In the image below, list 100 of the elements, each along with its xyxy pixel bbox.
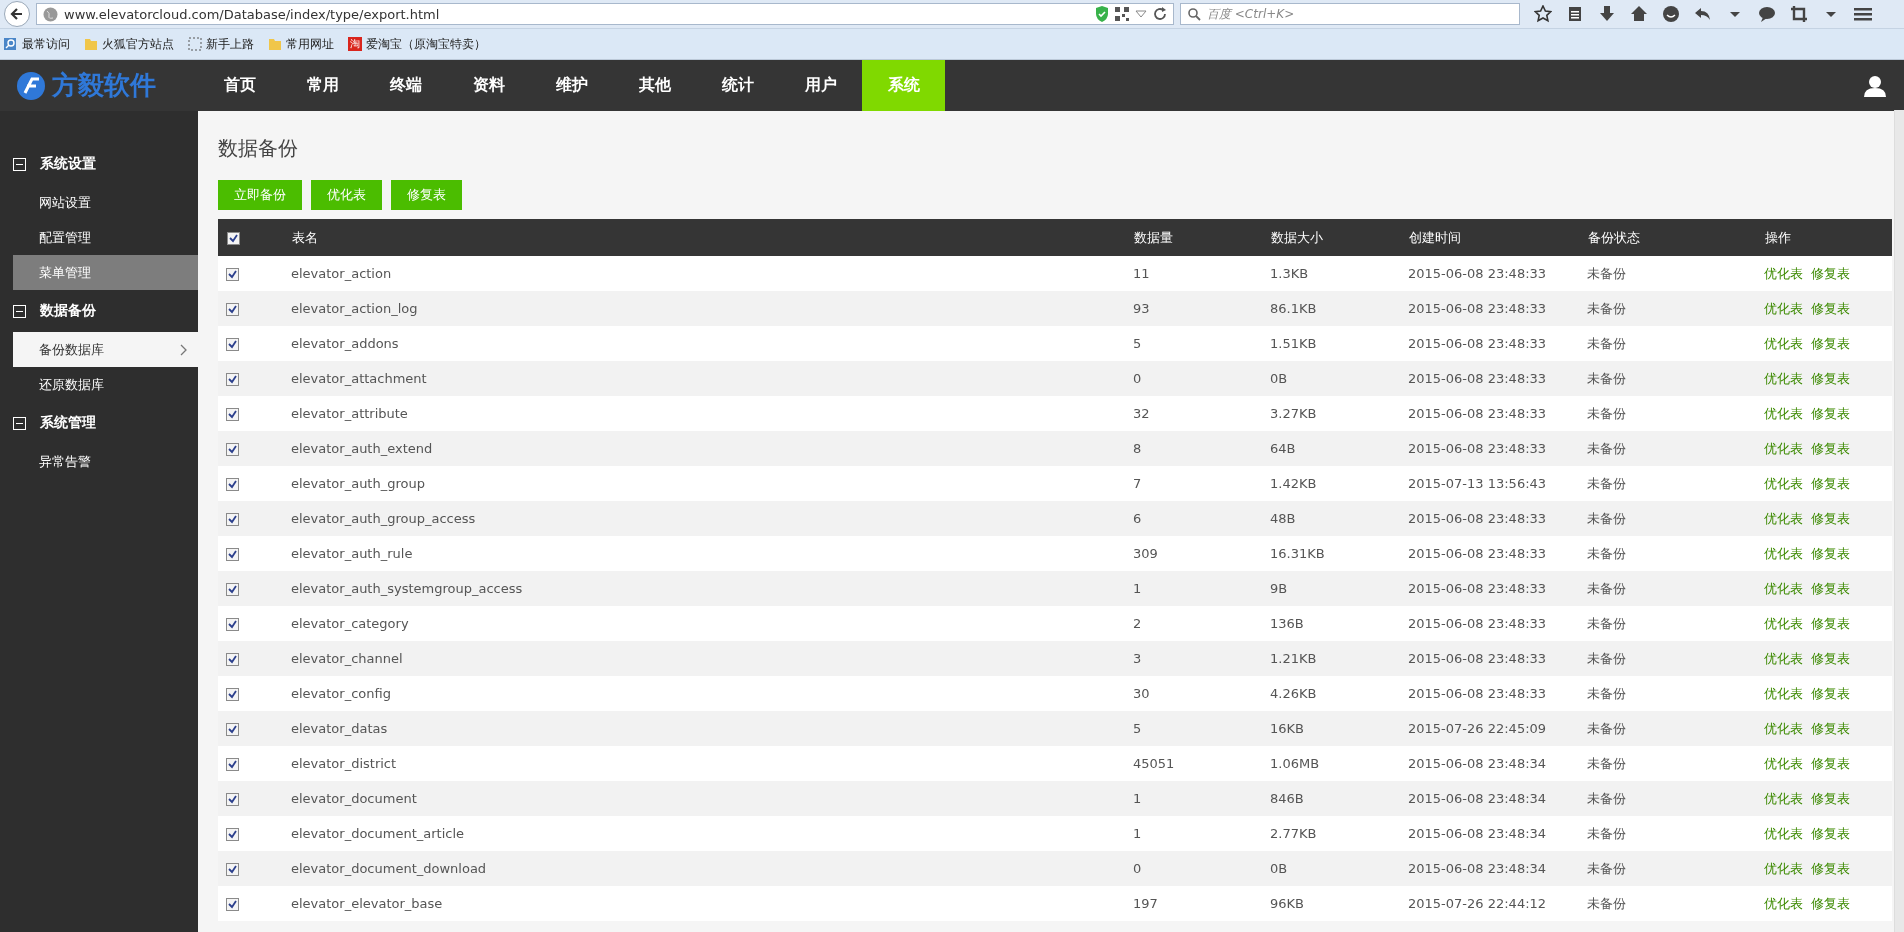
bookmark-link[interactable]: 最常访问: [22, 35, 70, 53]
action-link[interactable]: 修复表: [1811, 895, 1850, 911]
download-icon[interactable]: [1598, 5, 1616, 23]
nav-tab[interactable]: 资料: [447, 60, 530, 111]
action-link[interactable]: 修复表: [1811, 860, 1850, 876]
action-link[interactable]: 优化表: [1764, 860, 1803, 876]
scrollbar[interactable]: [1894, 110, 1904, 932]
action-link[interactable]: 优化表: [1764, 895, 1803, 911]
action-link[interactable]: 修复表: [1811, 615, 1850, 631]
action-button[interactable]: 修复表: [391, 180, 462, 210]
collapse-icon[interactable]: [13, 304, 26, 318]
reload-icon[interactable]: [1153, 7, 1167, 21]
action-link[interactable]: 修复表: [1811, 685, 1850, 701]
user-icon[interactable]: [1864, 74, 1886, 97]
checkbox[interactable]: [226, 478, 239, 491]
checkbox[interactable]: [226, 758, 239, 771]
checkbox[interactable]: [226, 583, 239, 596]
crop-icon[interactable]: [1790, 5, 1808, 23]
bookmark-link[interactable]: 爱淘宝（原淘宝特卖）: [366, 35, 486, 53]
checkbox[interactable]: [226, 303, 239, 316]
sidebar-item[interactable]: 还原数据库: [13, 367, 198, 402]
nav-tab[interactable]: 用户: [779, 60, 862, 111]
action-link[interactable]: 优化表: [1764, 265, 1803, 281]
action-button[interactable]: 立即备份: [218, 180, 302, 210]
action-link[interactable]: 优化表: [1764, 790, 1803, 806]
action-link[interactable]: 优化表: [1764, 580, 1803, 596]
checkbox[interactable]: [226, 618, 239, 631]
checkbox[interactable]: [226, 723, 239, 736]
checkbox[interactable]: [226, 688, 239, 701]
action-link[interactable]: 优化表: [1764, 755, 1803, 771]
action-link[interactable]: 优化表: [1764, 650, 1803, 666]
action-link[interactable]: 优化表: [1764, 720, 1803, 736]
sidebar-item[interactable]: 配置管理: [13, 220, 198, 255]
action-link[interactable]: 修复表: [1811, 300, 1850, 316]
sidebar-item[interactable]: 异常告警: [13, 444, 198, 479]
action-link[interactable]: 修复表: [1811, 720, 1850, 736]
nav-tab[interactable]: 常用: [281, 60, 364, 111]
action-link[interactable]: 修复表: [1811, 475, 1850, 491]
collapse-icon[interactable]: [13, 157, 26, 171]
checkbox[interactable]: [226, 548, 239, 561]
sidebar-group[interactable]: 数据备份: [40, 302, 96, 320]
action-link[interactable]: 修复表: [1811, 755, 1850, 771]
action-link[interactable]: 修复表: [1811, 545, 1850, 561]
dropdown-icon[interactable]: [1135, 9, 1147, 19]
nav-tab[interactable]: 首页: [198, 60, 281, 111]
action-link[interactable]: 优化表: [1764, 685, 1803, 701]
bookmark-link[interactable]: 常用网址: [286, 35, 334, 53]
qr-code-icon[interactable]: [1115, 7, 1129, 21]
action-button[interactable]: 优化表: [311, 180, 382, 210]
sidebar-item[interactable]: 网站设置: [13, 185, 198, 220]
action-link[interactable]: 优化表: [1764, 475, 1803, 491]
star-icon[interactable]: [1534, 5, 1552, 23]
checkbox[interactable]: [226, 653, 239, 666]
shield-icon[interactable]: [1095, 6, 1109, 22]
address-bar[interactable]: www.elevatorcloud.com/Database/index/type/export.html: [36, 3, 1174, 25]
sidebar-group[interactable]: 系统设置: [40, 155, 96, 173]
action-link[interactable]: 优化表: [1764, 545, 1803, 561]
action-link[interactable]: 修复表: [1811, 335, 1850, 351]
checkbox[interactable]: [227, 232, 240, 245]
nav-tab[interactable]: 其他: [613, 60, 696, 111]
nav-tab[interactable]: 统计: [696, 60, 779, 111]
clipboard-icon[interactable]: [1566, 5, 1584, 23]
checkbox[interactable]: [226, 338, 239, 351]
nav-tab[interactable]: 终端: [364, 60, 447, 111]
action-link[interactable]: 修复表: [1811, 650, 1850, 666]
action-link[interactable]: 优化表: [1764, 370, 1803, 386]
home-icon[interactable]: [1630, 5, 1648, 23]
action-link[interactable]: 修复表: [1811, 580, 1850, 596]
action-link[interactable]: 修复表: [1811, 265, 1850, 281]
nav-tab[interactable]: 维护: [530, 60, 613, 111]
back-button[interactable]: [4, 1, 30, 27]
checkbox[interactable]: [226, 373, 239, 386]
action-link[interactable]: 修复表: [1811, 510, 1850, 526]
action-link[interactable]: 修复表: [1811, 405, 1850, 421]
sidebar-group[interactable]: 系统管理: [40, 414, 96, 432]
checkbox[interactable]: [226, 863, 239, 876]
smiley-icon[interactable]: [1662, 5, 1680, 23]
speech-bubble-icon[interactable]: [1758, 5, 1776, 23]
arrow-left-icon[interactable]: [10, 7, 24, 21]
search-field[interactable]: 百度 <Ctrl+K>: [1180, 3, 1520, 25]
bookmark-link[interactable]: 火狐官方站点: [102, 35, 174, 53]
checkbox[interactable]: [226, 793, 239, 806]
checkbox[interactable]: [226, 408, 239, 421]
checkbox[interactable]: [226, 898, 239, 911]
action-link[interactable]: 修复表: [1811, 825, 1850, 841]
action-link[interactable]: 修复表: [1811, 440, 1850, 456]
checkbox[interactable]: [226, 443, 239, 456]
action-link[interactable]: 优化表: [1764, 615, 1803, 631]
checkbox[interactable]: [226, 828, 239, 841]
sidebar-item[interactable]: 备份数据库: [13, 332, 198, 367]
action-link[interactable]: 优化表: [1764, 335, 1803, 351]
collapse-icon[interactable]: [13, 416, 26, 430]
action-link[interactable]: 优化表: [1764, 405, 1803, 421]
action-link[interactable]: 修复表: [1811, 790, 1850, 806]
action-link[interactable]: 优化表: [1764, 510, 1803, 526]
bookmark-link[interactable]: 新手上路: [206, 35, 254, 53]
action-link[interactable]: 优化表: [1764, 825, 1803, 841]
checkbox[interactable]: [226, 268, 239, 281]
checkbox[interactable]: [226, 513, 239, 526]
menu-icon[interactable]: [1854, 5, 1872, 23]
